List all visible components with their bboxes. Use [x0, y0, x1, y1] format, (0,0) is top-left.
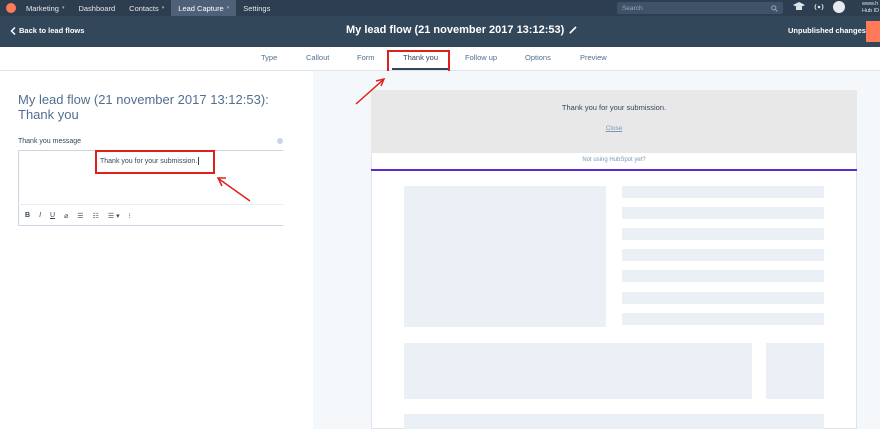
arrow-to-message — [216, 177, 251, 202]
arrow-to-tab — [355, 77, 386, 105]
annotation-arrows — [216, 77, 386, 202]
